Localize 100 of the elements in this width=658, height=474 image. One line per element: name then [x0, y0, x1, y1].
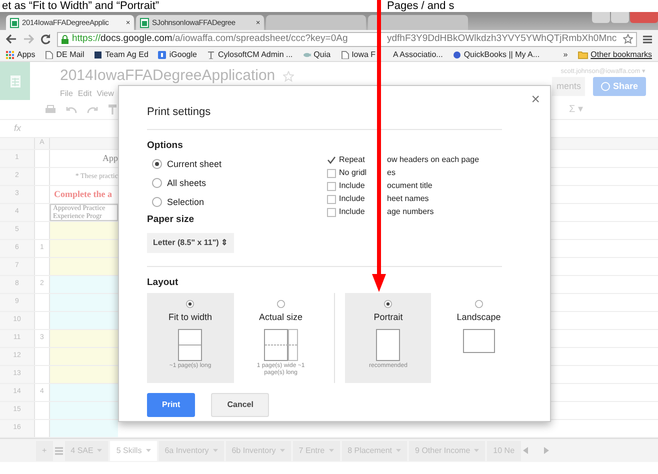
- option-label: Include heet names: [339, 193, 429, 205]
- option-label: Include ocument title: [339, 180, 432, 192]
- cancel-button[interactable]: Cancel: [211, 392, 270, 417]
- caret-icon: [396, 449, 402, 452]
- page-drawing: [376, 329, 400, 362]
- document-title: 2014IowaFFADegreeApplication: [60, 66, 276, 86]
- option-label: Portrait: [374, 310, 403, 324]
- print-icon[interactable]: [45, 104, 56, 114]
- table-cell-text: Complete the a: [53, 188, 113, 201]
- page-icon: [45, 50, 54, 58]
- maximize-button[interactable]: [611, 12, 629, 23]
- page-drawing: [462, 329, 495, 354]
- checkbox[interactable]: [327, 182, 336, 190]
- sheet-tab[interactable]: 5 Skills: [110, 440, 157, 460]
- menu-item[interactable]: View: [96, 88, 114, 100]
- lock-icon: [61, 34, 69, 44]
- bookmark-link[interactable]: Iowa F A Associatio...: [340, 48, 443, 60]
- browser-tab[interactable]: [266, 15, 366, 30]
- bookmark-link[interactable]: QuickBooks || My A...: [452, 48, 540, 60]
- paint-format-icon[interactable]: [108, 104, 117, 115]
- option-label: Fit to width: [168, 310, 212, 324]
- page-drawing: [178, 329, 202, 362]
- close-button[interactable]: ×: [531, 92, 540, 107]
- caret-icon: [146, 449, 151, 452]
- caret-icon: [97, 449, 102, 452]
- redo-icon[interactable]: [87, 106, 98, 114]
- option-label: Include age numbers: [339, 206, 434, 218]
- page-drawing: [264, 329, 298, 362]
- bookmark-link[interactable]: CylosoftCM Admin ...: [206, 48, 293, 60]
- section-heading: Paper size: [147, 212, 195, 227]
- menu-icon[interactable]: [643, 34, 652, 44]
- forward-icon[interactable]: [23, 34, 34, 44]
- radio-option[interactable]: Selection: [147, 192, 327, 212]
- radio-button[interactable]: [384, 300, 392, 308]
- minimize-button[interactable]: [592, 12, 610, 23]
- caption-text: et as “Fit to Width” and “Portrait” Pages / and s: [1, 0, 456, 12]
- bookmark-link[interactable]: Apps: [6, 48, 36, 60]
- option-label: Actual size: [258, 310, 303, 324]
- comments-button[interactable]: ments: [552, 76, 585, 96]
- bookmark-link[interactable]: iGoogle: [158, 48, 197, 60]
- radio-button[interactable]: [186, 300, 194, 308]
- bookmark-link[interactable]: Other bookmarks: [578, 48, 652, 60]
- section-heading: Layout: [147, 276, 180, 290]
- url-text: https://docs.google.com/a/iowaffa.com/spreadsheet/ccc?key=0Ag ydfhF3Y9DdHBkOWlkdzh3YVY5YWhQTjRmbXh0Mnc: [72, 32, 618, 46]
- checkbox-option[interactable]: Include heet names: [327, 192, 480, 206]
- sheets-icon: [10, 18, 19, 28]
- menu-item[interactable]: File: [60, 88, 73, 100]
- layout-option[interactable]: Landscape: [435, 292, 522, 383]
- folder-icon: [578, 50, 588, 58]
- checkbox[interactable]: [327, 168, 336, 178]
- print-button[interactable]: Print: [147, 392, 196, 417]
- address-field[interactable]: https://docs.google.com/a/iowaffa.com/spreadsheet/ccc?key=0Ag ydfhF3Y9DdHBkOWlkdzh3YVY5YWhQTjRmbXh0Mnc: [57, 32, 637, 46]
- add-sheet-button[interactable]: +: [36, 440, 53, 460]
- list-icon[interactable]: [54, 446, 63, 454]
- apps-icon: [6, 50, 14, 58]
- radio-button[interactable]: [152, 178, 162, 188]
- option-label: No gridl es: [339, 167, 396, 179]
- overflow-button[interactable]: »: [563, 48, 568, 60]
- reload-icon[interactable]: [40, 34, 51, 44]
- star-icon[interactable]: [623, 34, 633, 44]
- caret-icon: [328, 449, 334, 452]
- back-icon[interactable]: [6, 34, 17, 44]
- checkbox-option[interactable]: Include ocument title: [327, 180, 480, 192]
- bookmark-link[interactable]: DE Mail: [45, 48, 84, 60]
- checkbox[interactable]: [327, 194, 336, 204]
- square-icon: [94, 50, 102, 58]
- square-icon: [158, 50, 166, 58]
- check-icon: [327, 156, 336, 164]
- circle-icon: [452, 50, 461, 58]
- share-button[interactable]: Share: [592, 76, 646, 96]
- sheets-logo[interactable]: [0, 62, 30, 100]
- radio-option[interactable]: Current sheet: [147, 154, 327, 174]
- radio-button[interactable]: [276, 300, 285, 308]
- formula-label: fx: [14, 122, 22, 135]
- scroll-right-icon[interactable]: [544, 447, 549, 454]
- caret-icon: [474, 449, 480, 452]
- option-label: Landscape: [456, 310, 501, 324]
- checkbox[interactable]: [327, 156, 336, 164]
- bookmark-link[interactable]: Team Ag Ed: [94, 48, 148, 60]
- option-label: All sheets: [167, 176, 206, 190]
- radio-button[interactable]: [474, 300, 483, 308]
- table-cell-text: App: [102, 152, 118, 165]
- caret-icon: [280, 449, 285, 452]
- paper-size-select[interactable]: Letter (8.5" x 11") ⇕: [147, 233, 234, 253]
- checkbox-option[interactable]: Include age numbers: [327, 206, 480, 218]
- checkbox[interactable]: [327, 208, 336, 216]
- section-heading: Options: [147, 138, 184, 152]
- checkbox-option[interactable]: No gridl es: [327, 166, 480, 180]
- sheets-icon: [140, 18, 149, 28]
- dialog-title: Print settings: [147, 104, 502, 130]
- menu-item[interactable]: Edit: [78, 88, 92, 100]
- radio-button[interactable]: [152, 197, 162, 208]
- close-button[interactable]: [630, 12, 658, 23]
- radio-button[interactable]: [152, 159, 162, 170]
- radio-option[interactable]: All sheets: [147, 174, 327, 193]
- undo-icon[interactable]: [66, 106, 77, 114]
- bookmark-link[interactable]: Quia: [302, 48, 331, 60]
- page-icon: [340, 50, 349, 58]
- browser-tab[interactable]: [368, 15, 468, 30]
- option-label: Current sheet: [167, 158, 222, 170]
